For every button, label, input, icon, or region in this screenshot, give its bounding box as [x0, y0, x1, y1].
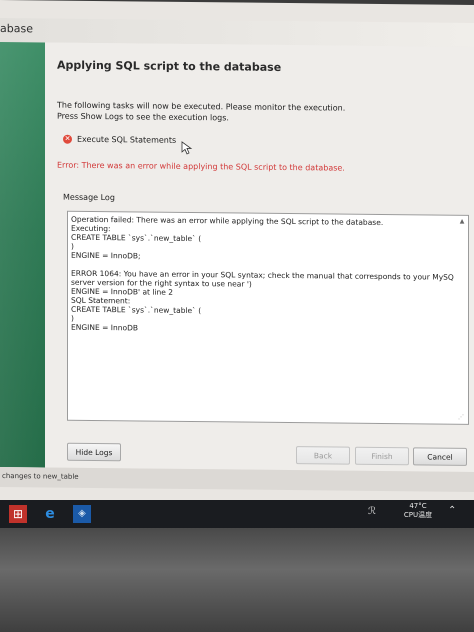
cancel-button[interactable]: Cancel [413, 447, 467, 466]
network-icon[interactable]: ℛ [368, 506, 376, 517]
screen: abase Applying SQL script to the databas… [0, 0, 474, 505]
mouse-cursor-icon [181, 141, 193, 155]
intro-text: The following tasks will now be executed… [57, 100, 345, 125]
start-icon[interactable]: ⊞ [6, 502, 30, 526]
tray-expand-icon[interactable]: ⌃ [448, 505, 456, 516]
error-x-icon: ✕ [63, 134, 72, 144]
error-message: Error: There was an error while applying… [57, 160, 345, 173]
message-log-label: Message Log [63, 192, 115, 203]
message-log-box[interactable]: Operation failed: There was an error whi… [67, 210, 469, 425]
finish-button[interactable]: Finish [355, 446, 409, 466]
task-execute-sql: ✕ Execute SQL Statements [63, 134, 177, 145]
status-text: changes to new_table [2, 472, 79, 481]
resize-grip-icon[interactable]: ⋰ [458, 414, 466, 422]
task-label: Execute SQL Statements [77, 134, 177, 145]
window-title: abase [0, 22, 33, 36]
wizard-header: Applying SQL script to the database The … [45, 42, 474, 122]
edge-browser-icon[interactable]: e [38, 502, 62, 526]
cpu-temperature: 47°C CPU温度 [403, 502, 433, 519]
wizard-side-panel [0, 42, 45, 468]
hide-logs-button[interactable]: Hide Logs [67, 442, 121, 462]
monitor-bezel [0, 528, 474, 632]
back-button[interactable]: Back [296, 446, 350, 465]
page-title: Applying SQL script to the database [57, 58, 282, 74]
mysql-workbench-icon[interactable]: ◈ [70, 502, 94, 526]
message-log-text: Operation failed: There was an error whi… [71, 214, 454, 333]
apply-sql-wizard: Applying SQL script to the database The … [45, 42, 474, 472]
scroll-up-icon[interactable]: ▲ [458, 218, 466, 226]
status-bar: changes to new_table [0, 467, 474, 492]
